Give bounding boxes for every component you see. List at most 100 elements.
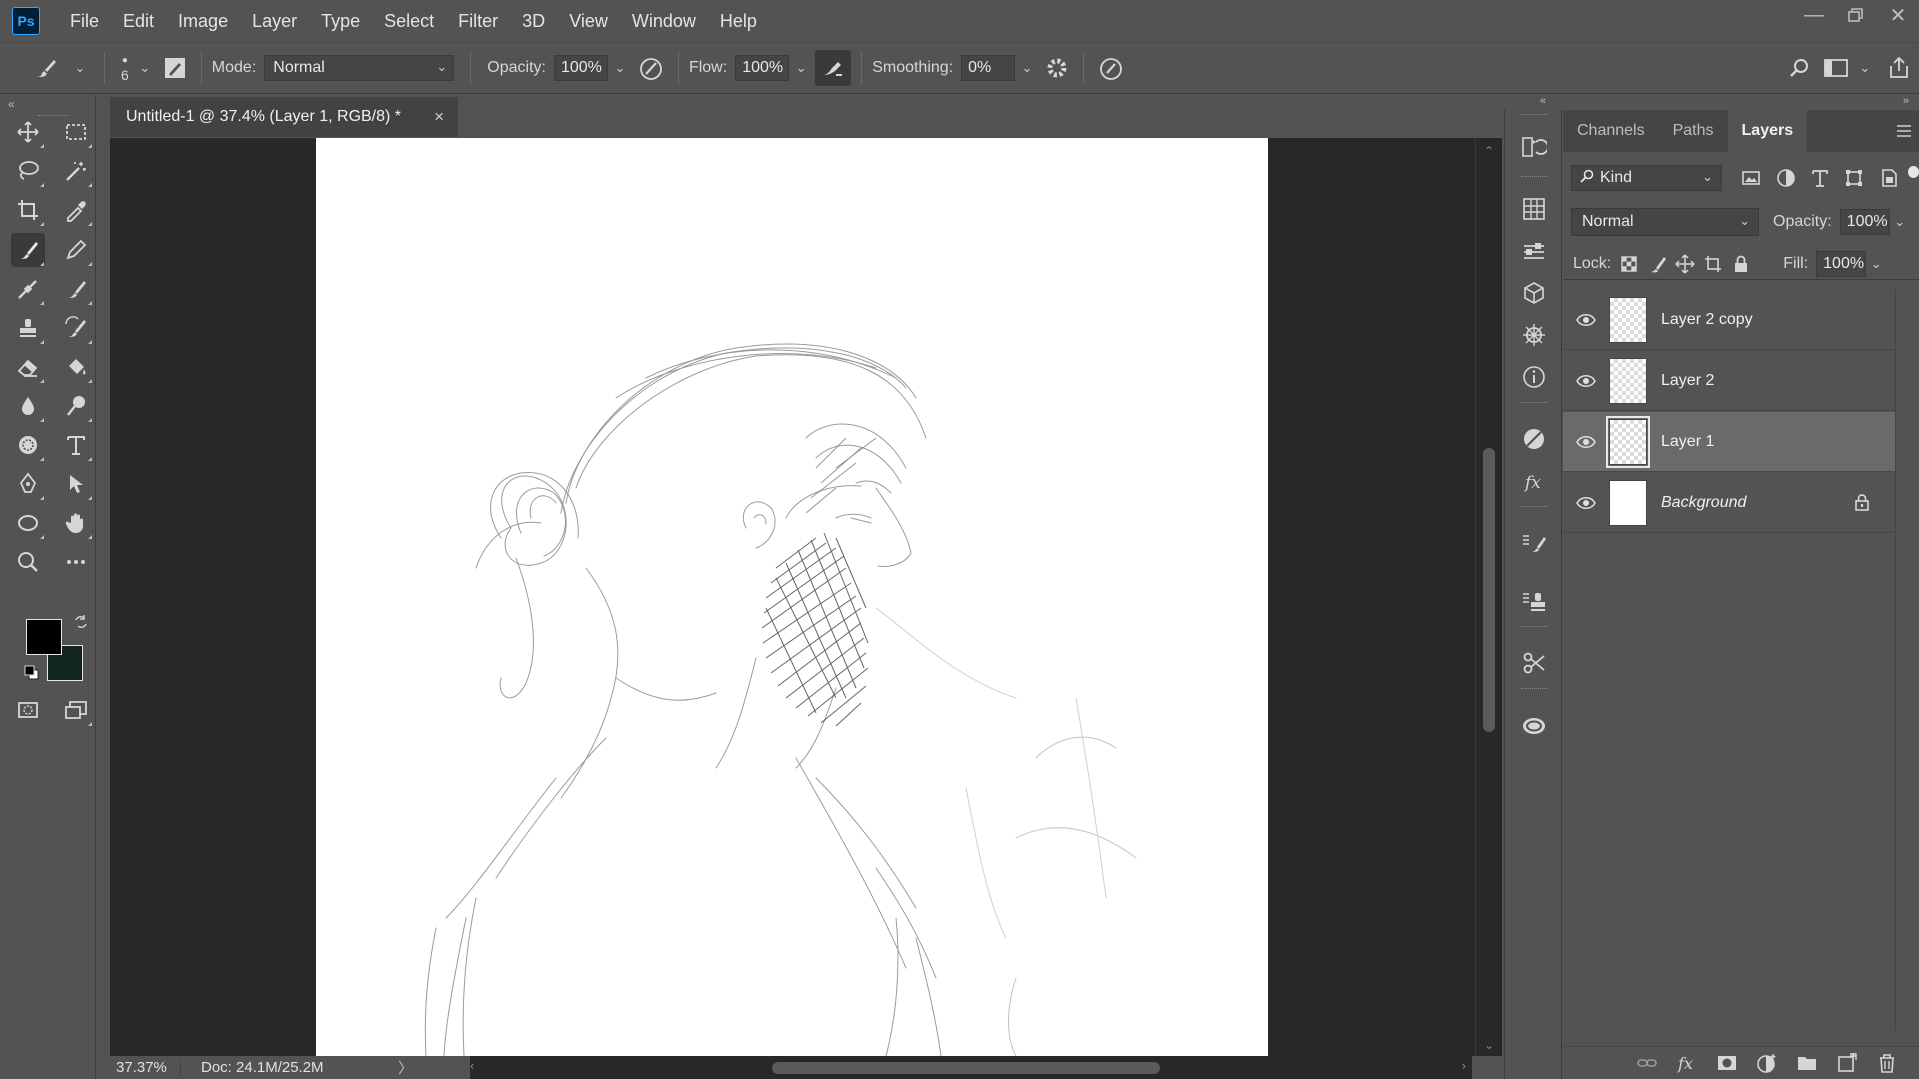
magic-wand-icon[interactable] — [59, 154, 93, 188]
quick-mask-icon[interactable] — [11, 693, 45, 727]
share-icon[interactable] — [1879, 56, 1919, 80]
layer-row[interactable]: Background — [1563, 473, 1895, 533]
brush-size-picker[interactable]: ● 6 — [121, 54, 129, 82]
clone-source-icon[interactable] — [1519, 586, 1549, 616]
swatches-icon[interactable] — [1519, 194, 1549, 224]
blend-mode-select[interactable]: Normal ⌄ — [1571, 208, 1759, 236]
lock-icon[interactable] — [1853, 493, 1871, 511]
status-menu-icon[interactable]: 〉 — [398, 1057, 420, 1078]
navigator-icon[interactable] — [1519, 320, 1549, 350]
brush-settings-icon[interactable] — [159, 56, 191, 80]
panel-menu-icon[interactable] — [1889, 110, 1919, 152]
tab-channels[interactable]: Channels — [1563, 110, 1659, 152]
blur-tool-icon[interactable] — [11, 389, 45, 423]
adjustments-icon[interactable] — [1519, 236, 1549, 266]
fill-input[interactable]: 100% — [1816, 250, 1867, 277]
filter-adjustment-icon[interactable] — [1772, 165, 1798, 191]
tab-paths[interactable]: Paths — [1659, 110, 1728, 152]
lock-transparent-icon[interactable] — [1615, 250, 1643, 278]
zoom-tool-icon[interactable] — [11, 545, 45, 579]
menu-layer[interactable]: Layer — [240, 0, 309, 42]
ellipse-tool-icon[interactable] — [11, 506, 45, 540]
chevron-down-icon[interactable]: ⌄ — [1857, 60, 1873, 76]
visibility-eye-icon[interactable] — [1563, 496, 1609, 510]
document-tab[interactable]: Untitled-1 @ 37.4% (Layer 1, RGB/8) * × — [110, 97, 458, 137]
menu-window[interactable]: Window — [620, 0, 708, 42]
tab-layers[interactable]: Layers — [1727, 110, 1808, 152]
document-canvas[interactable] — [316, 138, 1268, 1057]
move-tool-icon[interactable] — [11, 115, 45, 149]
expand-left-icon[interactable]: « — [1540, 95, 1546, 107]
crop-tool-icon[interactable] — [11, 193, 45, 227]
layer-row[interactable]: Layer 2 copy — [1563, 290, 1895, 350]
restore-icon[interactable] — [1835, 0, 1877, 30]
pencil-tool-icon[interactable] — [59, 233, 93, 267]
menu-3d[interactable]: 3D — [510, 0, 557, 42]
healing-brush-icon[interactable] — [11, 272, 45, 306]
clone-stamp-icon[interactable] — [11, 311, 45, 345]
filter-smart-object-icon[interactable] — [1875, 165, 1901, 191]
chevron-down-icon[interactable]: ⌄ — [1019, 60, 1035, 76]
pressure-opacity-icon[interactable] — [634, 55, 668, 81]
libraries-icon[interactable] — [1519, 278, 1549, 308]
link-layers-icon[interactable] — [1627, 1048, 1667, 1078]
layer-row[interactable]: Layer 2 — [1563, 351, 1895, 411]
menu-help[interactable]: Help — [708, 0, 769, 42]
layers-scrollbar[interactable] — [1895, 290, 1919, 1030]
visibility-eye-icon[interactable] — [1563, 435, 1609, 449]
lock-pixels-icon[interactable] — [1643, 250, 1671, 278]
layer-style-fx-icon[interactable]: fx — [1667, 1048, 1707, 1078]
menu-type[interactable]: Type — [309, 0, 372, 42]
scroll-right-icon[interactable]: › — [1462, 1058, 1466, 1073]
type-tool-icon[interactable] — [59, 428, 93, 462]
lasso-tool-icon[interactable] — [11, 154, 45, 188]
chevron-down-icon[interactable]: ⌄ — [793, 60, 809, 76]
horizontal-scroll-thumb[interactable] — [772, 1062, 1160, 1074]
info-icon[interactable] — [1519, 362, 1549, 392]
styles-fx-icon[interactable]: fx — [1519, 466, 1549, 496]
history-icon[interactable] — [1519, 132, 1549, 162]
chevron-down-icon[interactable]: ⌄ — [137, 60, 153, 76]
brush-tool-icon[interactable] — [11, 233, 45, 267]
content-aware-icon[interactable] — [11, 428, 45, 462]
brush-preset-icon[interactable] — [24, 55, 68, 81]
add-mask-icon[interactable] — [1707, 1048, 1747, 1078]
visibility-eye-icon[interactable] — [1563, 374, 1609, 388]
default-colors-icon[interactable] — [24, 665, 40, 681]
opacity-input[interactable]: 100% — [553, 55, 608, 81]
horizontal-scrollbar[interactable]: ‹ › — [470, 1056, 1472, 1079]
dock-grip[interactable] — [1521, 402, 1547, 405]
dodge-tool-icon[interactable] — [59, 389, 93, 423]
tool-presets-icon[interactable] — [1519, 648, 1549, 678]
delete-layer-icon[interactable] — [1867, 1048, 1907, 1078]
dock-grip[interactable] — [1521, 176, 1547, 179]
chevron-down-icon[interactable]: ⌄ — [1890, 214, 1910, 230]
path-selection-icon[interactable] — [59, 467, 93, 501]
dock-grip[interactable] — [1521, 626, 1547, 629]
chevron-down-icon[interactable]: ⌄ — [1866, 256, 1886, 272]
paint-bucket-icon[interactable] — [59, 350, 93, 384]
menu-filter[interactable]: Filter — [446, 0, 510, 42]
vertical-scroll-thumb[interactable] — [1483, 448, 1495, 732]
new-adjustment-layer-icon[interactable] — [1747, 1048, 1787, 1078]
smoothing-input[interactable]: 0% — [961, 55, 1016, 81]
pressure-size-icon[interactable] — [1094, 55, 1128, 81]
marquee-tool-icon[interactable] — [59, 115, 93, 149]
menu-edit[interactable]: Edit — [111, 0, 166, 42]
mode-select[interactable]: Normal ⌄ — [264, 55, 455, 81]
close-tab-icon[interactable]: × — [434, 107, 444, 127]
creative-cloud-icon[interactable] — [1519, 710, 1549, 740]
chevron-down-icon[interactable]: ⌄ — [612, 60, 628, 76]
more-tools-icon[interactable] — [59, 545, 93, 579]
mixer-brush-icon[interactable] — [59, 272, 93, 306]
gear-icon[interactable] — [1041, 56, 1073, 80]
filter-pixel-icon[interactable] — [1738, 165, 1764, 191]
airbrush-icon[interactable] — [815, 50, 852, 86]
new-group-icon[interactable] — [1787, 1048, 1827, 1078]
layer-opacity-input[interactable]: 100% — [1839, 209, 1890, 235]
history-brush-icon[interactable] — [59, 311, 93, 345]
close-icon[interactable]: ✕ — [1877, 0, 1919, 30]
hand-tool-icon[interactable] — [59, 506, 93, 540]
eraser-icon[interactable] — [11, 350, 45, 384]
dock-grip[interactable] — [1521, 114, 1547, 117]
